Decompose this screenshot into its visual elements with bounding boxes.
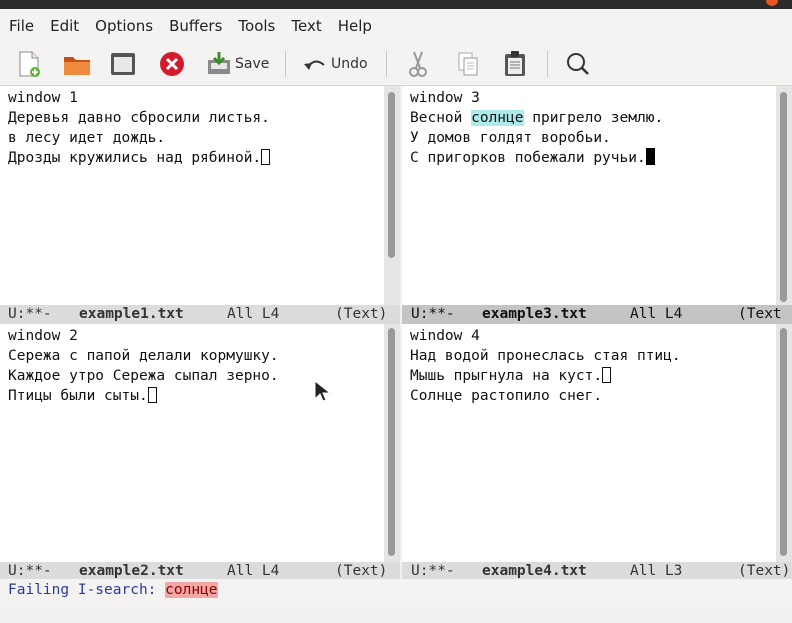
text-line: Деревья давно сбросили листья. — [8, 110, 270, 126]
text-line-content: Мышь прыгнула на куст. — [410, 368, 603, 384]
undo-label: Undo — [331, 56, 368, 72]
copy-button[interactable] — [456, 49, 480, 79]
scrollbar-window-3[interactable] — [776, 86, 792, 305]
modeline-buffer-name[interactable]: example1.txt — [79, 305, 184, 324]
text-line: Птицы были сыты. — [8, 386, 279, 406]
text-line: Дрозды кружились над рябиной. — [8, 148, 271, 168]
text-segment: пригрело землю. — [523, 110, 664, 126]
title-bar — [0, 0, 792, 9]
modeline-position: All L4 — [630, 306, 683, 322]
toolbar-separator — [386, 51, 387, 77]
text-line: Каждое утро Сережа сыпал зерно. — [8, 368, 279, 384]
copy-icon — [458, 52, 478, 76]
text-line: Сережа с папой делали кормушку. — [8, 348, 279, 364]
text-line: Солнце растопило снег. — [410, 388, 603, 404]
open-file-button[interactable] — [62, 49, 92, 79]
close-window-icon[interactable] — [766, 0, 778, 6]
text-line-content: Птицы были сыты. — [8, 388, 148, 404]
text-line-content: С пригорков побежали ручьи. — [410, 150, 646, 166]
mouse-pointer-icon — [314, 380, 330, 402]
modeline-position: All L4 — [227, 306, 280, 322]
clipboard-icon — [505, 51, 525, 76]
new-file-icon — [19, 51, 40, 77]
close-buffer-button[interactable] — [108, 49, 138, 79]
scrollbar-window-2[interactable] — [384, 324, 400, 562]
toolbar-separator — [547, 51, 548, 77]
toolbar: Save Undo — [0, 43, 792, 86]
save-icon — [208, 52, 230, 74]
text-line: Мышь прыгнула на куст. — [410, 366, 681, 386]
editor-window-1[interactable]: window 1 Деревья давно сбросили листья. … — [0, 86, 384, 305]
menu-help[interactable]: Help — [330, 17, 380, 35]
isearch-prompt: Failing I-search: — [8, 582, 166, 598]
text-cursor — [645, 148, 655, 165]
text-line: window 4 — [410, 328, 480, 344]
modeline-mode[interactable]: (Text) — [335, 305, 387, 324]
text-segment: Весной — [410, 110, 472, 126]
menu-options[interactable]: Options — [87, 17, 161, 35]
window-icon — [111, 53, 135, 75]
text-line: У домов голдят воробьи. — [410, 130, 611, 146]
save-button[interactable]: Save — [206, 49, 269, 79]
undo-icon — [304, 60, 325, 70]
cancel-icon — [160, 52, 184, 76]
editor-window-4[interactable]: window 4 Над водой пронеслась стая птиц.… — [402, 324, 776, 562]
scrollbar-window-1[interactable] — [384, 86, 400, 305]
menu-bar: File Edit Options Buffers Tools Text Hel… — [0, 9, 792, 43]
cancel-button[interactable] — [158, 49, 186, 79]
modeline-status: U:**- — [8, 306, 52, 322]
menu-edit[interactable]: Edit — [42, 17, 87, 35]
editor-window-2[interactable]: window 2 Сережа с папой делали кормушку.… — [0, 324, 384, 562]
text-cursor — [261, 149, 271, 165]
text-cursor — [147, 387, 157, 403]
text-line: в лесу идет дождь. — [8, 130, 166, 146]
scrollbar-window-4[interactable] — [776, 324, 792, 562]
modeline-buffer-name[interactable]: example3.txt — [482, 305, 587, 324]
cut-button[interactable] — [406, 49, 430, 79]
menu-buffers[interactable]: Buffers — [161, 17, 230, 35]
search-button[interactable] — [565, 49, 591, 79]
modeline-window-3[interactable]: U:**- example3.txt All L4 (Text — [402, 305, 792, 324]
new-file-button[interactable] — [16, 49, 42, 79]
text-line: window 2 — [8, 328, 78, 344]
text-line: С пригорков побежали ручьи. — [410, 148, 663, 168]
scroll-thumb[interactable] — [780, 92, 787, 302]
scroll-thumb[interactable] — [388, 92, 395, 258]
scroll-thumb[interactable] — [388, 328, 395, 556]
modeline-window-1[interactable]: U:**- example1.txt All L4 (Text) — [0, 305, 400, 324]
text-line: Над водой пронеслась стая птиц. — [410, 348, 681, 364]
modeline-mode[interactable]: (Text — [738, 305, 782, 324]
isearch-query[interactable]: солнце — [165, 582, 218, 598]
editor-window-3[interactable]: window 3 Весной солнце пригрело землю. У… — [402, 86, 776, 305]
menu-file[interactable]: File — [0, 17, 42, 35]
toolbar-separator — [285, 51, 286, 77]
menu-text[interactable]: Text — [283, 17, 329, 35]
paste-button[interactable] — [502, 49, 528, 79]
folder-icon — [64, 57, 90, 75]
text-line-content: Дрозды кружились над рябиной. — [8, 150, 262, 166]
undo-button[interactable]: Undo — [302, 49, 368, 79]
text-line: window 3 — [410, 90, 480, 106]
text-line: Весной солнце пригрело землю. — [410, 108, 663, 128]
search-highlight: солнце — [471, 110, 524, 126]
minibuffer[interactable]: Failing I-search: солнце — [0, 579, 792, 607]
menu-tools[interactable]: Tools — [230, 17, 283, 35]
scissors-icon — [409, 51, 427, 77]
text-line: window 1 — [8, 90, 78, 106]
modeline-status: U:**- — [411, 306, 455, 322]
scroll-thumb[interactable] — [780, 328, 787, 556]
save-label: Save — [235, 56, 270, 72]
search-icon — [567, 53, 589, 75]
text-cursor — [602, 367, 612, 383]
minibuffer-line: Failing I-search: солнце — [8, 579, 218, 601]
